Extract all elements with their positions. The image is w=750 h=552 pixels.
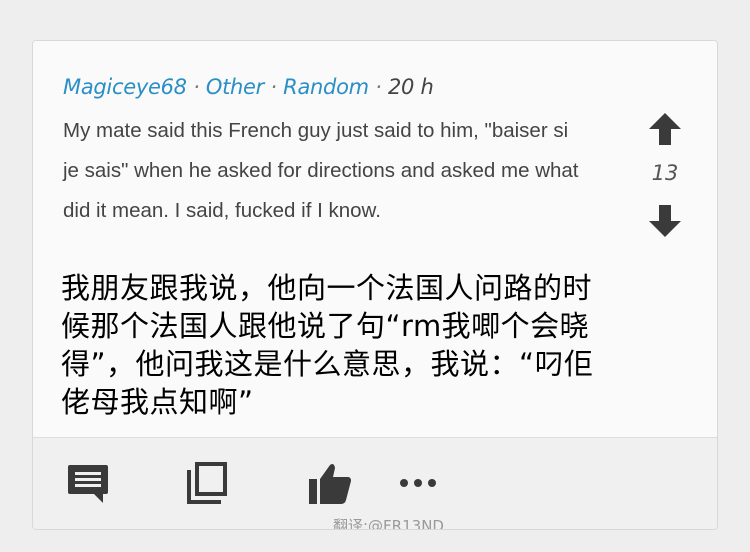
- vote-score: 13: [651, 161, 679, 185]
- subcategory-link[interactable]: Random: [283, 75, 369, 99]
- more-icon[interactable]: [395, 460, 441, 506]
- translation-text: 我朋友跟我说，他向一个法国人问路的时候那个法国人跟他说了句“rm我唧个会晓得”，…: [61, 271, 594, 419]
- post-body: Magiceye68 · Other · Random · 20 h My ma…: [33, 41, 717, 437]
- post-meta: Magiceye68 · Other · Random · 20 h: [63, 74, 434, 100]
- post-card: Magiceye68 · Other · Random · 20 h My ma…: [32, 40, 718, 530]
- comment-icon[interactable]: [65, 460, 111, 506]
- author-link[interactable]: Magiceye68: [63, 75, 187, 99]
- arrow-down-icon[interactable]: [647, 203, 683, 239]
- meta-separator: ·: [270, 75, 277, 99]
- thumbs-up-icon[interactable]: [307, 460, 353, 506]
- vote-controls: 13: [633, 111, 697, 241]
- category-link[interactable]: Other: [206, 75, 264, 99]
- meta-separator: ·: [193, 75, 200, 99]
- post-time: 20 h: [387, 75, 434, 99]
- translator-credit: 翻译:@FR13ND: [333, 517, 444, 530]
- meta-separator: ·: [375, 75, 382, 99]
- copy-icon[interactable]: [183, 460, 229, 506]
- comment-text: My mate said this French guy just said t…: [63, 119, 579, 222]
- arrow-up-icon[interactable]: [647, 111, 683, 147]
